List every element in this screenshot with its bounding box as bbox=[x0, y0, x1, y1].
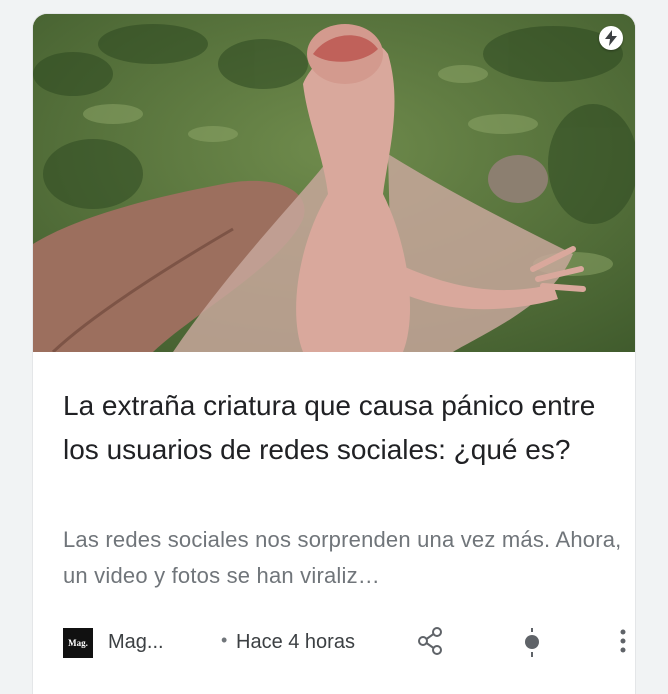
publisher-logo: Mag. bbox=[63, 628, 93, 658]
more-options-button[interactable] bbox=[606, 626, 635, 660]
amp-bolt-icon bbox=[599, 26, 623, 50]
publish-time: Hace 4 horas bbox=[236, 631, 355, 653]
feed-interest-icon bbox=[525, 628, 539, 657]
interest-button[interactable] bbox=[515, 626, 549, 660]
article-title[interactable]: La extraña criatura que causa pánico ent… bbox=[63, 384, 608, 472]
article-footer: Mag. Mag... • Hace 4 horas bbox=[63, 626, 626, 660]
article-snippet: Las redes sociales nos sorprenden una ve… bbox=[63, 527, 622, 588]
publisher-name[interactable]: Mag... bbox=[108, 631, 164, 654]
meta-separator: • bbox=[221, 630, 228, 650]
creature-photo bbox=[33, 14, 635, 352]
more-vert-icon bbox=[620, 629, 626, 653]
share-button[interactable] bbox=[413, 626, 447, 660]
news-card[interactable]: La extraña criatura que causa pánico ent… bbox=[33, 14, 635, 694]
article-image[interactable] bbox=[33, 14, 635, 352]
share-icon bbox=[418, 627, 442, 655]
